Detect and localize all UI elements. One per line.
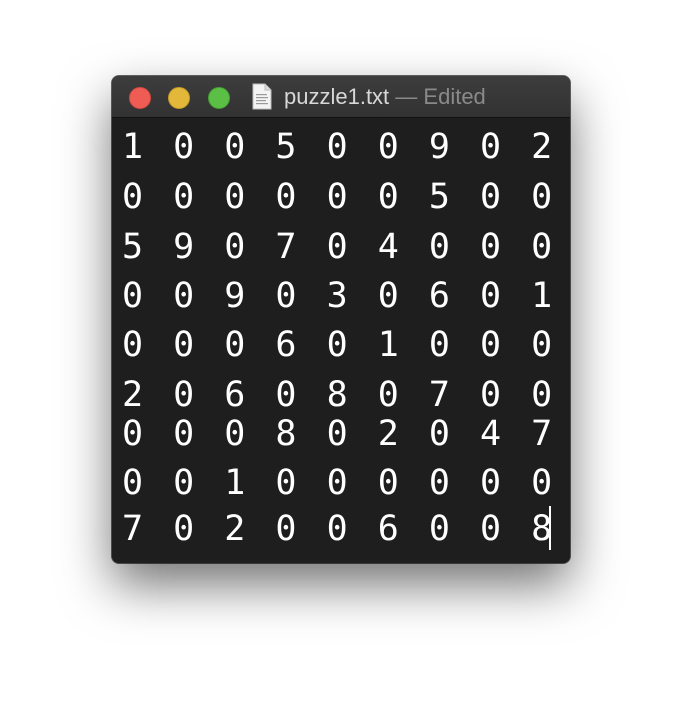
text-editor-window: puzzle1.txt — Edited 1 0 0 5 0 0 9 0 2 0… <box>112 76 570 563</box>
zoom-button[interactable] <box>208 87 230 109</box>
title-bar[interactable]: puzzle1.txt — Edited <box>112 76 570 118</box>
close-button[interactable] <box>129 87 151 109</box>
text-editor-area[interactable]: 1 0 0 5 0 0 9 0 2 0 0 0 0 0 0 5 0 0 5 9 … <box>112 118 570 563</box>
text-line[interactable]: 0 0 9 0 3 0 6 0 1 <box>122 271 557 321</box>
text-line[interactable]: 0 0 0 8 0 2 0 4 7 <box>122 409 557 459</box>
title-separator: — <box>389 84 424 109</box>
text-line[interactable]: 0 0 0 0 0 0 5 0 0 <box>122 172 557 222</box>
text-line[interactable]: 0 0 1 0 0 0 0 0 0 <box>122 458 557 508</box>
file-name: puzzle1.txt <box>284 84 390 109</box>
edited-status: Edited <box>423 84 486 109</box>
text-line[interactable]: 0 0 0 6 0 1 0 0 0 <box>122 320 557 370</box>
text-line[interactable]: 1 0 0 5 0 0 9 0 2 <box>122 122 557 172</box>
window-title: puzzle1.txt — Edited <box>284 84 486 110</box>
text-line[interactable]: 7 0 2 0 0 6 0 0 8 <box>122 504 557 554</box>
document-icon[interactable] <box>252 83 272 110</box>
text-cursor <box>549 506 551 550</box>
minimize-button[interactable] <box>168 87 190 109</box>
text-line[interactable]: 5 9 0 7 0 4 0 0 0 <box>122 222 557 272</box>
